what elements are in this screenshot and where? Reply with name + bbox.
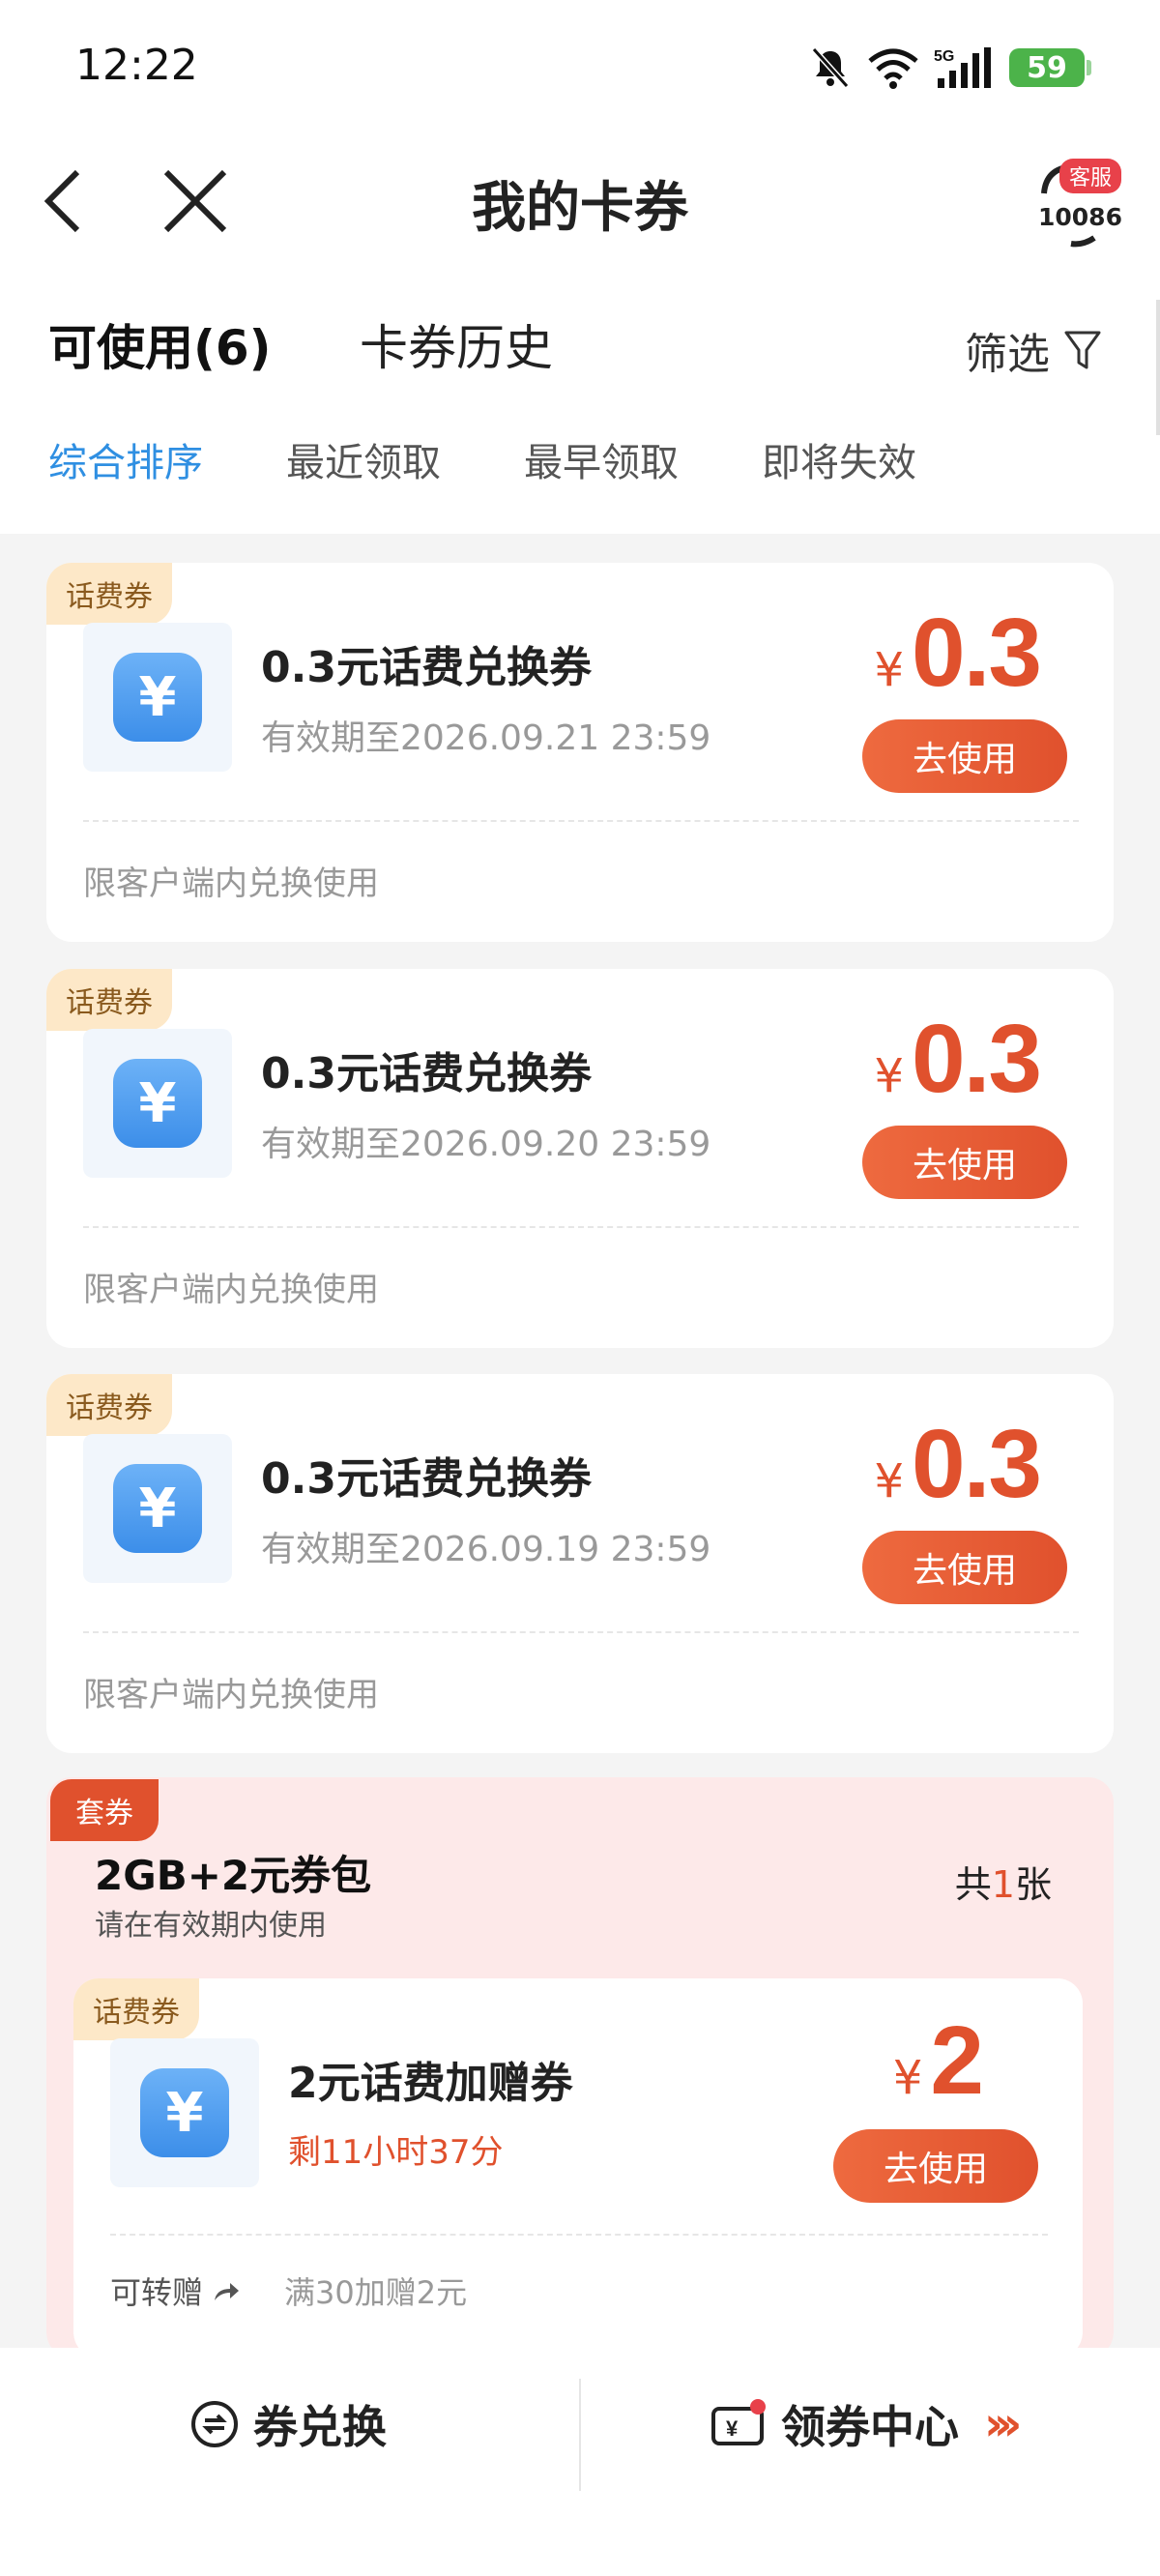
status-bar: 12:22 5G 59 [0,0,1160,135]
coupon-amount: 2 [930,2006,984,2115]
battery-icon: 59 [1009,48,1091,87]
count-prefix: 共 [954,1863,992,1906]
coupon-expiry: 有效期至2026.09.20 23:59 [261,1125,711,1164]
coupon-name: 0.3元话费兑换券 [261,643,592,692]
divider [110,2234,1048,2236]
coupon-amount: 0.3 [911,1410,1042,1518]
status-icons: 5G 59 [808,44,1091,91]
sort-recent[interactable]: 最近领取 [286,431,441,487]
currency-symbol: ¥ [892,2051,923,2105]
coupon-price: ¥ 0.3 [874,1004,1042,1115]
package-count: 共1张 [955,1855,1052,1908]
use-button[interactable]: 去使用 [862,1126,1067,1199]
scroll-edge [1156,300,1160,435]
coupon-amount: 0.3 [911,1005,1042,1113]
use-button[interactable]: 去使用 [862,719,1067,793]
coupon-icon-box: ¥ [83,1029,232,1178]
sort-bar: 综合排序 最近领取 最早领取 即将失效 [0,425,1160,493]
coupon-tag: 话费券 [46,969,172,1031]
svg-text:5G: 5G [934,48,954,65]
yen-icon: ¥ [140,2068,229,2157]
transfer-button[interactable]: 可转赠 [110,2269,240,2313]
exchange-label: 券兑换 [253,2401,387,2453]
service-badge: 客服 [1058,159,1121,193]
coupon-card[interactable]: 话费券 ¥ 0.3元话费兑换券 有效期至2026.09.19 23:59 ¥ 0… [46,1374,1114,1753]
share-arrow-icon [215,2283,240,2300]
coupon-card[interactable]: 话费券 ¥ 0.3元话费兑换券 有效期至2026.09.20 23:59 ¥ 0… [46,969,1114,1348]
center-label: 领券中心 [781,2401,959,2453]
use-button[interactable]: 去使用 [833,2129,1038,2203]
coupon-rule: 满30加赠2元 [284,2274,468,2311]
nav-bar: 我的卡券 客服 10086 [0,145,1160,251]
divider [83,1631,1079,1633]
yen-icon: ¥ [113,653,202,742]
coupon-icon-box: ¥ [110,2038,259,2187]
coupon-tag: 话费券 [73,1978,199,2040]
coupon-tag: 话费券 [46,563,172,625]
coupon-ticket-icon: ¥ [711,2399,766,2445]
coupon-expiry: 有效期至2026.09.21 23:59 [261,718,711,758]
use-button[interactable]: 去使用 [862,1531,1067,1604]
exchange-icon [191,2401,238,2447]
signal-5g-icon: 5G [934,47,991,88]
coupon-price: ¥ 0.3 [874,1409,1042,1520]
coupon-price: ¥ 2 [892,2005,984,2117]
sort-earliest[interactable]: 最早领取 [524,431,679,487]
count-value: 1 [991,1863,1015,1906]
currency-symbol: ¥ [874,1049,904,1103]
transfer-label: 可转赠 [110,2274,204,2311]
filter-button[interactable]: 筛选 [965,319,1102,381]
package-title: 2GB+2元券包 [95,1852,372,1899]
filter-label: 筛选 [965,330,1050,379]
sort-expiring[interactable]: 即将失效 [762,431,916,487]
coupon-name: 2元话费加赠券 [288,2059,573,2108]
package-card[interactable]: 套券 2GB+2元券包 请在有效期内使用 共1张 话费券 ¥ 2元话费加赠券 剩… [46,1777,1114,2357]
tab-available[interactable]: 可使用(6) [48,309,272,379]
filter-icon [1064,331,1101,369]
bottom-divider [579,2379,581,2491]
tab-bar: 可使用(6) 卡券历史 筛选 [0,300,1160,387]
svg-text:¥: ¥ [726,2416,739,2441]
yen-icon: ¥ [113,1059,202,1148]
currency-symbol: ¥ [874,643,904,697]
package-coupon-card[interactable]: 话费券 ¥ 2元话费加赠券 剩11小时37分 ¥ 2 去使用 可转赠 满30加赠… [73,1978,1083,2357]
coupon-note: 限客户端内兑换使用 [83,1676,379,1714]
service-number: 10086 [1038,203,1122,231]
coupon-exchange-button[interactable]: 券兑换 [189,2392,387,2456]
divider [83,1226,1079,1228]
wifi-icon [868,48,918,89]
coupon-note: 限客户端内兑换使用 [83,864,379,903]
count-suffix: 张 [1014,1863,1052,1906]
sort-comprehensive[interactable]: 综合排序 [48,431,203,487]
bottom-bar: 券兑换 ¥ 领券中心 ››› [0,2348,1160,2576]
page-title: 我的卡券 [472,177,688,240]
coupon-expiry: 有效期至2026.09.19 23:59 [261,1530,711,1569]
yen-icon: ¥ [113,1464,202,1553]
package-subtitle: 请在有效期内使用 [95,1909,327,1943]
coupon-tag: 话费券 [46,1374,172,1436]
currency-symbol: ¥ [874,1454,904,1508]
divider [83,820,1079,822]
coupon-countdown: 剩11小时37分 [288,2133,504,2172]
coupon-amount: 0.3 [911,599,1042,707]
package-tag: 套券 [50,1779,159,1841]
coupon-icon-box: ¥ [83,1434,232,1583]
status-time: 12:22 [75,41,198,90]
chevron-right-icon: ››› [984,2397,1022,2451]
coupon-note: 限客户端内兑换使用 [83,1271,379,1309]
coupon-card[interactable]: 话费券 ¥ 0.3元话费兑换券 有效期至2026.09.21 23:59 ¥ 0… [46,563,1114,942]
mute-bell-icon [811,46,850,89]
coupon-center-button[interactable]: ¥ 领券中心 ››› [710,2392,1022,2456]
coupon-price: ¥ 0.3 [874,598,1042,709]
coupon-icon-box: ¥ [83,623,232,772]
coupon-name: 0.3元话费兑换券 [261,1049,592,1098]
customer-service-button[interactable]: 客服 10086 [1025,155,1122,251]
coupon-name: 0.3元话费兑换券 [261,1454,592,1504]
tab-history[interactable]: 卡券历史 [360,309,553,379]
